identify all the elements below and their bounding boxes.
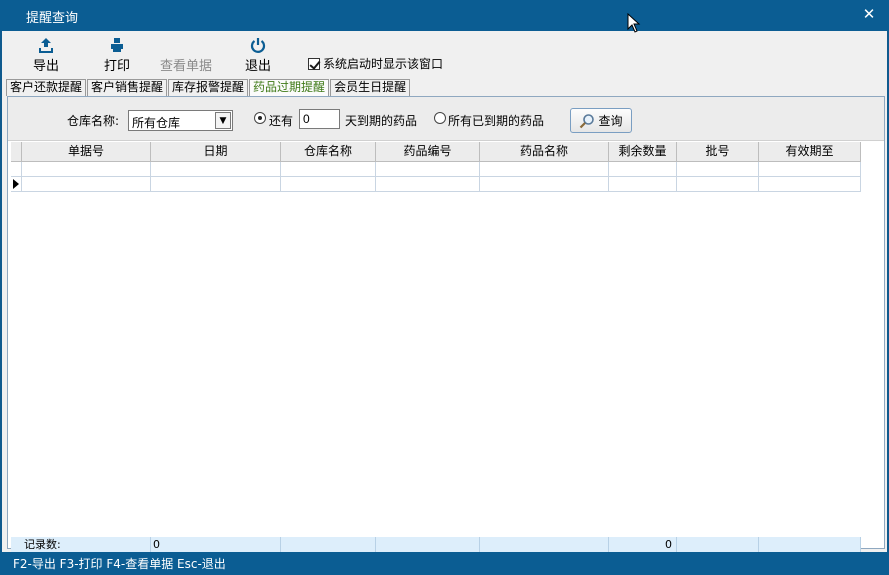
warehouse-select[interactable]: 所有仓库 ▼ [128,110,233,131]
summary-footer: 记录数: 0 0 [11,537,861,553]
query-button[interactable]: 查询 [570,108,632,133]
radio-all-expired-label: 所有已到期的药品 [448,114,545,128]
view-document-button[interactable]: 查看单据 [156,36,216,74]
record-count-label: 记录数: [11,537,151,553]
printer-icon [87,36,147,54]
tab-customer-repayment[interactable]: 客户还款提醒 [6,79,87,96]
days-input[interactable] [299,109,340,129]
title-bar: 提醒查询 ✕ [0,0,889,31]
magnifier-icon [580,113,595,128]
print-label: 打印 [103,59,130,74]
close-icon[interactable]: ✕ [859,5,879,23]
tab-stock-alarm[interactable]: 库存报警提醒 [168,79,249,96]
print-button[interactable]: 打印 [87,36,147,74]
query-button-label: 查询 [598,114,623,128]
column-header-drug-code[interactable]: 药品编号 [376,142,480,162]
power-icon [228,36,288,54]
results-table[interactable]: 单据号 日期 仓库名称 药品编号 药品名称 剩余数量 批号 有效期至 [11,142,861,534]
radio-remaining-label: 还有 [269,114,294,128]
radio-all-expired[interactable] [434,112,446,124]
mouse-cursor-icon [627,13,641,33]
export-icon [16,36,76,54]
tab-member-birthday[interactable]: 会员生日提醒 [330,79,411,96]
startup-checkbox[interactable]: 系统启动时显示该窗口 [308,55,443,72]
warehouse-select-value: 所有仓库 [132,116,181,130]
status-bar: F2-导出 F3-打印 F4-查看单据 Esc-退出 [0,552,889,575]
column-header-warehouse[interactable]: 仓库名称 [281,142,376,162]
tab-customer-sales[interactable]: 客户销售提醒 [87,79,168,96]
window-client: 导出 打印 查看单据 退出 系统启动时显示该窗口 客户还款提醒 客户销售提醒 库… [2,31,887,553]
remaining-qty-total: 0 [609,537,677,553]
export-label: 导出 [32,59,59,74]
chevron-down-icon[interactable]: ▼ [215,112,231,129]
tab-panel: 仓库名称: 所有仓库 ▼ 还有 天到期的药品 所有已到期的药品 查询 单据号 日… [7,96,885,553]
radio-remaining-days[interactable] [254,112,266,124]
hotkey-hint: F2-导出 F3-打印 F4-查看单据 Esc-退出 [13,557,226,571]
column-header-expiry[interactable]: 有效期至 [759,142,861,162]
view-document-label: 查看单据 [159,59,212,74]
exit-button[interactable]: 退出 [228,36,288,74]
checkbox-checked-icon[interactable] [308,57,320,70]
column-header-batch-no[interactable]: 批号 [677,142,759,162]
filter-bar: 仓库名称: 所有仓库 ▼ 还有 天到期的药品 所有已到期的药品 查询 [8,97,884,141]
tab-drug-expiry[interactable]: 药品过期提醒 [249,79,330,96]
column-header-remaining-qty[interactable]: 剩余数量 [609,142,677,162]
startup-checkbox-label: 系统启动时显示该窗口 [323,57,444,71]
row-pointer-icon [11,177,22,192]
tab-strip: 客户还款提醒 客户销售提醒 库存报警提醒 药品过期提醒 会员生日提醒 [6,79,411,96]
export-button[interactable]: 导出 [16,36,76,74]
toolbar: 导出 打印 查看单据 退出 系统启动时显示该窗口 [2,31,887,78]
days-suffix-label: 天到期的药品 [345,114,418,128]
column-header-doc-no[interactable]: 单据号 [22,142,151,162]
row-header-corner [11,142,22,162]
exit-label: 退出 [244,59,271,74]
column-header-date[interactable]: 日期 [151,142,281,162]
window-title: 提醒查询 [26,11,79,26]
warehouse-label: 仓库名称: [67,114,120,128]
record-count-value: 0 [151,537,281,553]
column-header-drug-name[interactable]: 药品名称 [480,142,609,162]
